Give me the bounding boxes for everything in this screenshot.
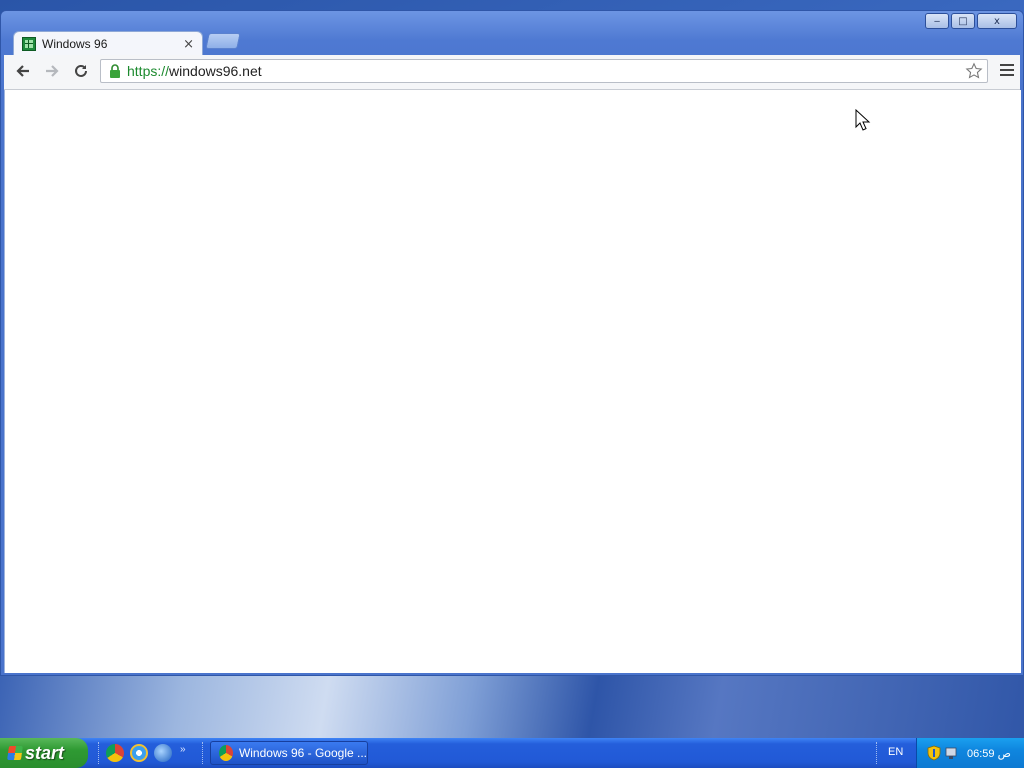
address-bar[interactable]: https://windows96.net xyxy=(100,59,988,83)
globe-icon[interactable] xyxy=(154,744,172,762)
taskbar: start » Windows 96 - Google ... EN 06:59… xyxy=(0,738,1024,768)
forward-button[interactable] xyxy=(41,60,63,82)
forward-arrow-icon xyxy=(46,65,59,77)
reload-icon xyxy=(75,64,87,77)
tab-close-icon[interactable]: × xyxy=(183,37,194,52)
page-content[interactable] xyxy=(4,90,1021,673)
menu-icon[interactable] xyxy=(1000,64,1014,79)
url-scheme: https:// xyxy=(127,63,170,79)
window-controls: ‒ □ x xyxy=(925,13,1017,29)
tab-title: Windows 96 xyxy=(42,37,108,51)
quick-launch-more-icon[interactable]: » xyxy=(180,744,186,755)
browser-toolbar: https://windows96.net xyxy=(4,55,1020,90)
taskbar-item-label: Windows 96 - Google ... xyxy=(238,746,367,760)
system-clock[interactable]: 06:59 ص xyxy=(967,747,1011,760)
language-indicator[interactable]: EN xyxy=(888,746,903,758)
taskbar-item-chrome[interactable]: Windows 96 - Google ... xyxy=(210,741,368,765)
windows96-favicon-icon xyxy=(22,37,36,51)
close-window-button[interactable]: x xyxy=(977,13,1017,29)
windows-flag-icon xyxy=(7,746,23,760)
back-button[interactable] xyxy=(12,60,34,82)
taskbar-divider xyxy=(876,742,879,764)
maximize-button[interactable]: □ xyxy=(951,13,975,29)
reload-button[interactable] xyxy=(70,60,92,82)
new-tab-button[interactable] xyxy=(205,33,241,49)
internet-explorer-icon[interactable] xyxy=(130,744,148,762)
start-label: start xyxy=(25,742,65,763)
minimize-button[interactable]: ‒ xyxy=(925,13,949,29)
back-arrow-icon xyxy=(16,65,29,77)
quick-launch: » xyxy=(106,744,186,762)
address-url[interactable]: https://windows96.net xyxy=(127,63,262,79)
taskbar-divider xyxy=(202,742,205,764)
tab-windows96[interactable]: Windows 96 × xyxy=(13,31,203,56)
mouse-cursor-icon xyxy=(855,109,871,131)
url-host: windows96.net xyxy=(169,63,262,79)
chrome-icon xyxy=(219,745,233,761)
chrome-icon[interactable] xyxy=(106,744,124,762)
start-button[interactable]: start xyxy=(0,738,88,768)
bookmark-star-icon[interactable] xyxy=(965,62,983,85)
system-tray: 06:59 ص xyxy=(916,738,1024,768)
lock-icon xyxy=(109,63,123,79)
security-shield-icon[interactable] xyxy=(927,745,941,761)
taskbar-divider xyxy=(98,742,101,764)
network-icon[interactable] xyxy=(944,745,958,761)
